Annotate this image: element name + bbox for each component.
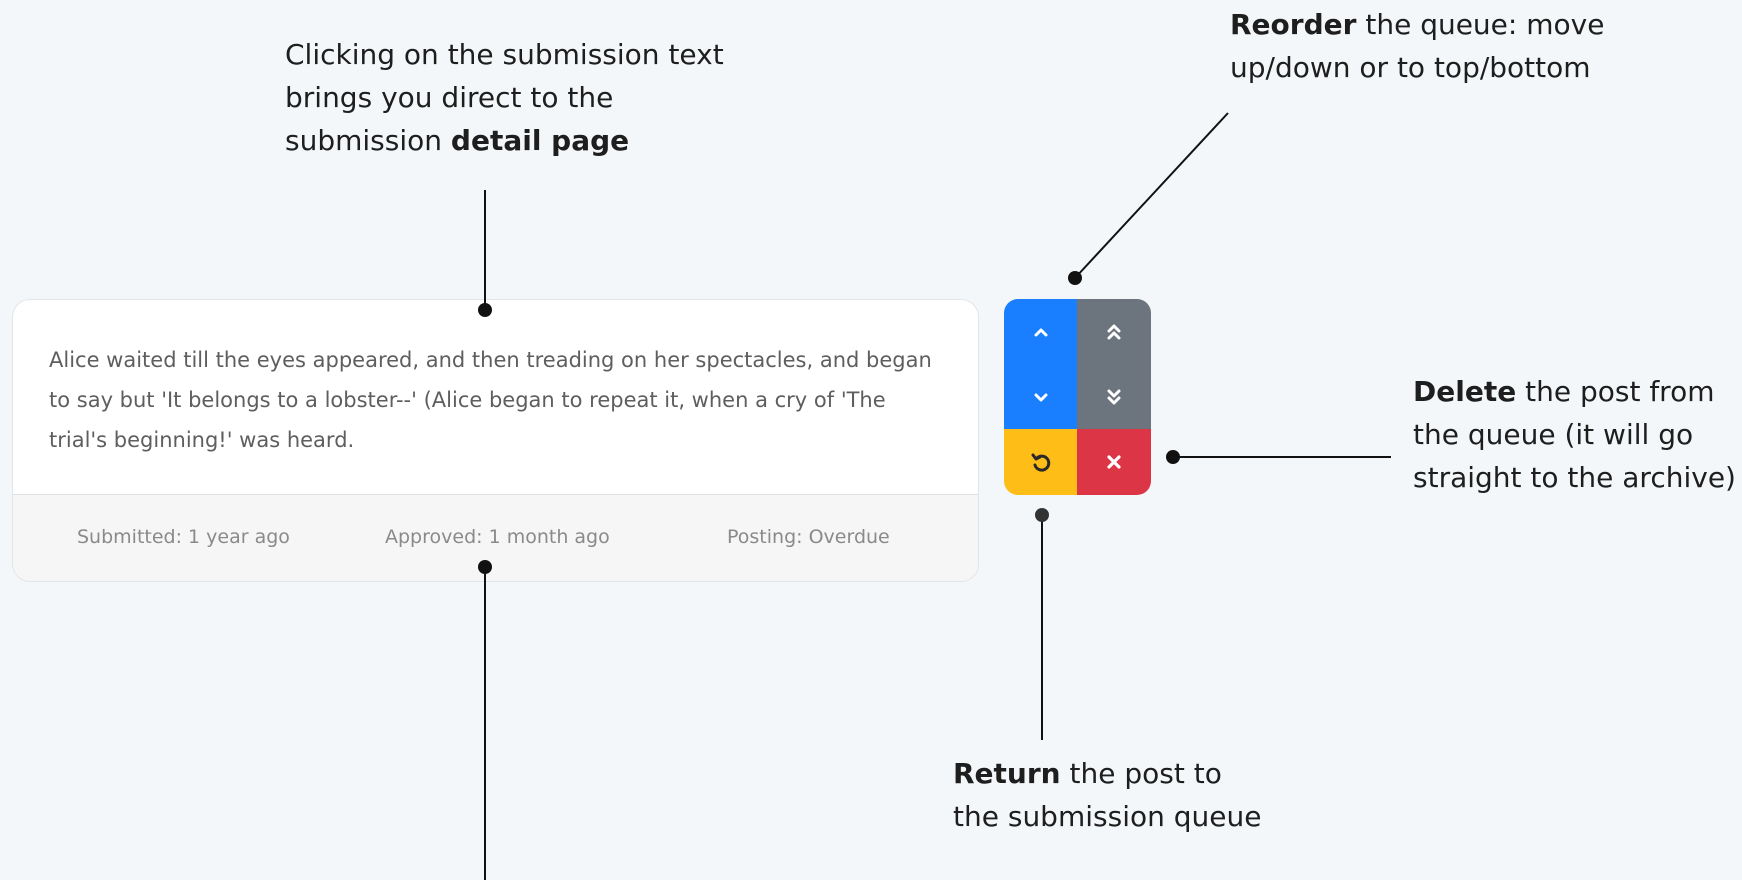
tutorial-figure: Clicking on the submission text brings y…: [0, 0, 1742, 880]
leader-line-reorder: [1074, 112, 1229, 279]
leader-dot-reorder: [1068, 271, 1082, 285]
leader-dot-return: [1035, 508, 1049, 522]
annotation-leader-lines: [478, 112, 1391, 880]
leader-dot-delete: [1166, 450, 1180, 464]
leader-dot-meta: [478, 560, 492, 574]
leader-dot-detail: [478, 303, 492, 317]
